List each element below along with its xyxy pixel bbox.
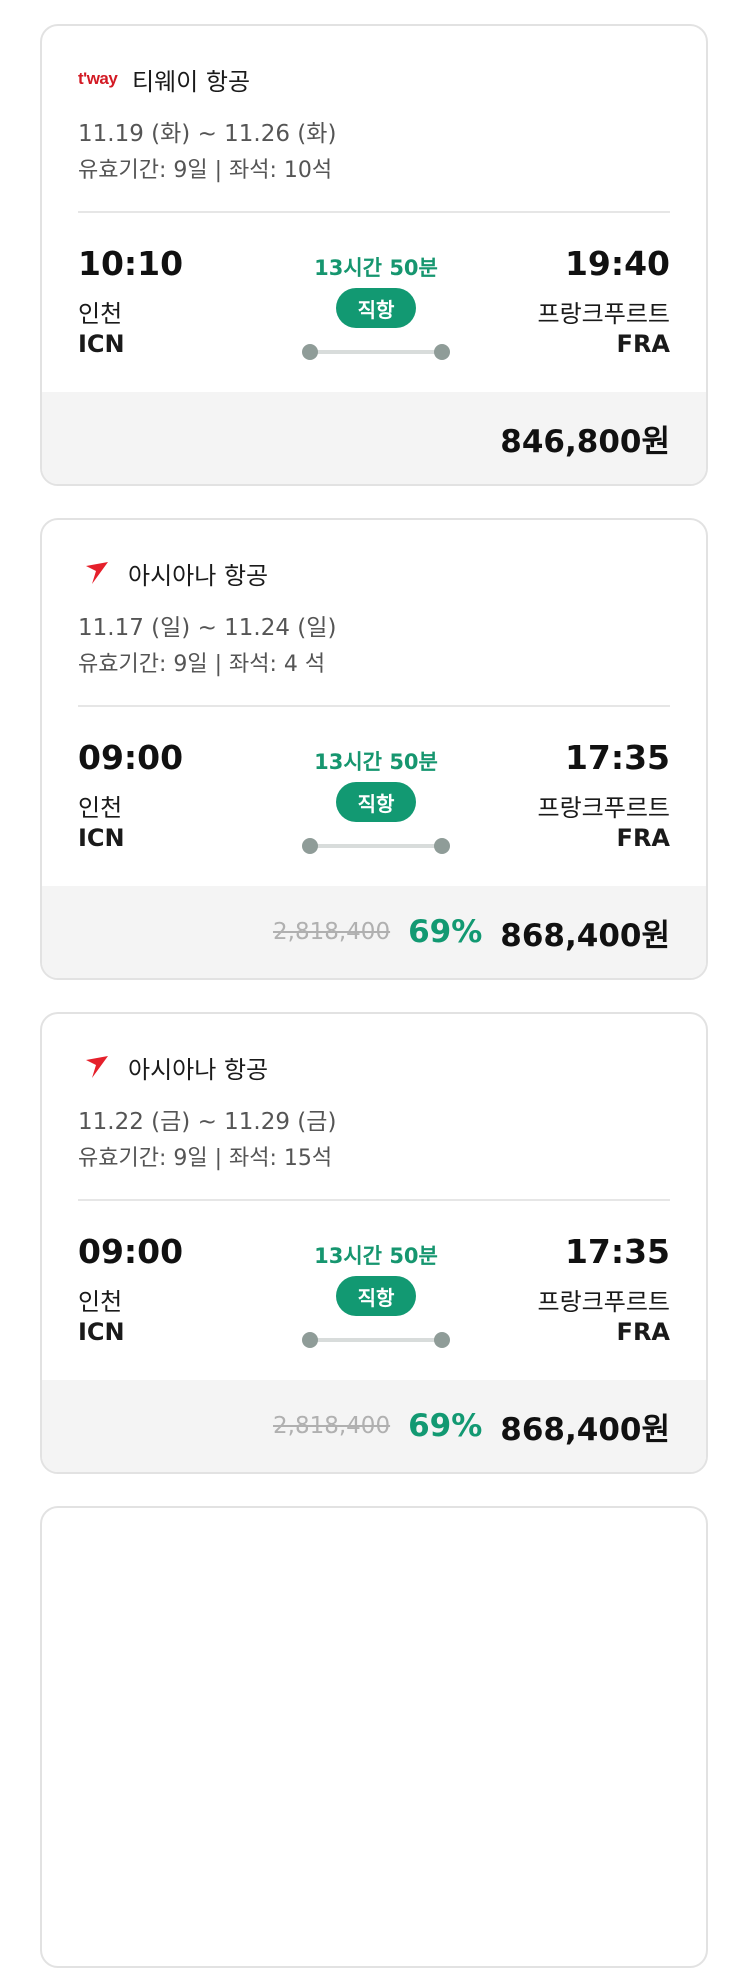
departure-city: 인천 — [78, 300, 123, 328]
price-area: 2,818,400 69% 868,400원 — [42, 886, 706, 978]
discount-rate: 69% — [408, 914, 483, 950]
flight-duration: 13시간 50분 — [314, 256, 438, 280]
direct-flight-badge: 직항 — [336, 1276, 416, 1316]
divider — [78, 705, 670, 707]
travel-dates: 11.19 (화) ~ 11.26 (화) — [78, 121, 337, 147]
arrival-code: FRA — [616, 1318, 670, 1346]
divider — [78, 1199, 670, 1201]
asiana-logo-icon — [78, 1052, 118, 1082]
direct-flight-badge: 직항 — [336, 288, 416, 328]
arrival-code: FRA — [616, 330, 670, 358]
airline-name: 티웨이 항공 — [132, 67, 251, 96]
price-area: 846,800원 — [42, 392, 706, 484]
asiana-logo-icon — [78, 558, 118, 588]
travel-dates: 11.17 (일) ~ 11.24 (일) — [78, 615, 337, 641]
divider — [78, 211, 670, 213]
arrival-city: 프랑크푸르트 — [537, 300, 670, 328]
tway-logo-icon: t'way — [78, 69, 118, 88]
airline-name: 아시아나 항공 — [128, 561, 269, 590]
price: 846,800원 — [500, 423, 670, 460]
route-start-dot — [302, 838, 318, 854]
original-price: 2,818,400 — [273, 919, 391, 945]
arrival-time: 17:35 — [564, 1232, 670, 1271]
departure-time: 10:10 — [78, 244, 184, 283]
price: 868,400원 — [500, 917, 670, 954]
route-line — [302, 343, 450, 361]
route-end-dot — [434, 1332, 450, 1348]
price-area: 2,818,400 69% 868,400원 — [42, 1380, 706, 1472]
route-line — [302, 1331, 450, 1349]
travel-dates: 11.22 (금) ~ 11.29 (금) — [78, 1109, 337, 1135]
departure-city: 인천 — [78, 1288, 123, 1316]
arrival-time: 17:35 — [564, 738, 670, 777]
departure-code: ICN — [78, 330, 125, 358]
route-bar — [310, 350, 442, 354]
airline-row: 아시아나 항공 — [78, 558, 269, 590]
flight-card[interactable] — [40, 1506, 708, 1968]
route-end-dot — [434, 344, 450, 360]
arrival-city: 프랑크푸르트 — [537, 1288, 670, 1316]
flight-card[interactable]: 아시아나 항공 11.17 (일) ~ 11.24 (일) 유효기간: 9일 |… — [40, 518, 708, 980]
departure-city: 인천 — [78, 794, 123, 822]
arrival-time: 19:40 — [564, 244, 670, 283]
route-start-dot — [302, 344, 318, 360]
departure-time: 09:00 — [78, 1232, 184, 1271]
route-bar — [310, 1338, 442, 1342]
route-end-dot — [434, 838, 450, 854]
validity-seats: 유효기간: 9일 | 좌석: 15석 — [78, 1146, 333, 1171]
airline-row: 아시아나 항공 — [78, 1052, 269, 1084]
arrival-code: FRA — [616, 824, 670, 852]
airline-name: 아시아나 항공 — [128, 1055, 269, 1084]
validity-seats: 유효기간: 9일 | 좌석: 10석 — [78, 158, 333, 183]
route-line — [302, 837, 450, 855]
departure-code: ICN — [78, 824, 125, 852]
price: 868,400원 — [500, 1411, 670, 1448]
discount-rate: 69% — [408, 1408, 483, 1444]
arrival-city: 프랑크푸르트 — [537, 794, 670, 822]
airline-row: t'way 티웨이 항공 — [78, 64, 251, 96]
original-price: 2,818,400 — [273, 1413, 391, 1439]
departure-code: ICN — [78, 1318, 125, 1346]
flight-duration: 13시간 50분 — [314, 750, 438, 774]
flight-duration: 13시간 50분 — [314, 1244, 438, 1268]
validity-seats: 유효기간: 9일 | 좌석: 4 석 — [78, 652, 326, 677]
route-bar — [310, 844, 442, 848]
route-start-dot — [302, 1332, 318, 1348]
flight-card[interactable]: 아시아나 항공 11.22 (금) ~ 11.29 (금) 유효기간: 9일 |… — [40, 1012, 708, 1474]
direct-flight-badge: 직항 — [336, 782, 416, 822]
flight-card[interactable]: t'way 티웨이 항공 11.19 (화) ~ 11.26 (화) 유효기간:… — [40, 24, 708, 486]
departure-time: 09:00 — [78, 738, 184, 777]
